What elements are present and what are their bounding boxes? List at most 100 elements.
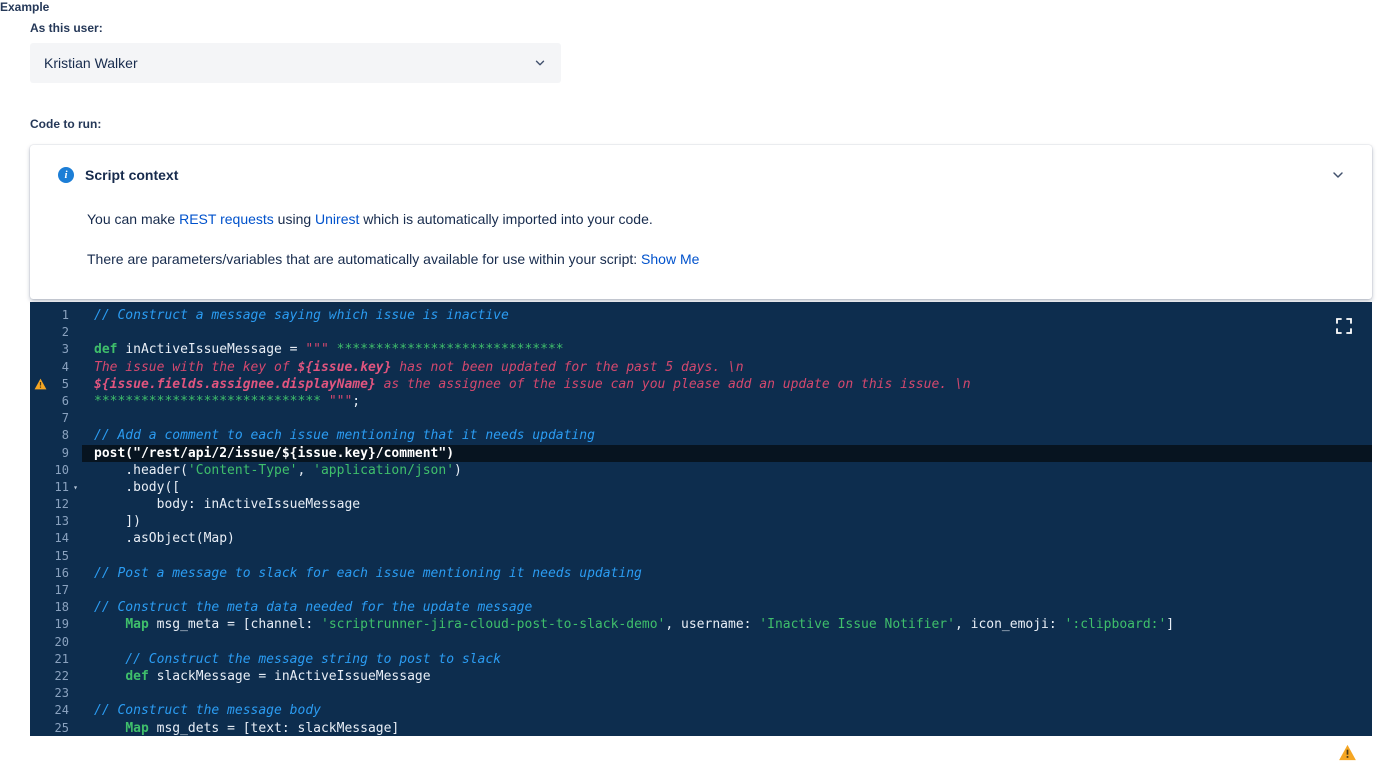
code-line-text: // Construct the message body (94, 703, 321, 719)
code-to-run-label: Code to run: (30, 117, 102, 131)
line-gutter: 13 (30, 513, 82, 530)
code-line-text: The issue with the key of ${issue.key} h… (94, 359, 744, 375)
paragraph-text: There are parameters/variables that are … (87, 251, 642, 267)
code-line[interactable]: 18 // Construct the meta data needed for … (30, 599, 1372, 616)
show-me-link[interactable]: Show Me (641, 251, 699, 267)
line-gutter: 3 (30, 341, 82, 358)
paragraph-text: You can make (87, 211, 180, 227)
line-gutter: 24 (30, 702, 82, 719)
line-gutter: 20 (30, 634, 82, 651)
script-context-panel: i Script context You can make REST reque… (30, 145, 1372, 299)
line-number: 12 (54, 497, 69, 512)
code-line[interactable]: 19 Map msg_meta = [channel: 'scriptrunne… (30, 616, 1372, 633)
line-number: 1 (61, 308, 69, 322)
code-line-text: def inActiveIssueMessage = """ *********… (94, 342, 564, 358)
code-line-text: // Construct the message string to post … (94, 651, 501, 667)
line-number: 25 (54, 720, 69, 735)
line-number: 15 (54, 548, 69, 563)
line-gutter: 16 (30, 565, 82, 582)
line-gutter: 19 (30, 616, 82, 633)
line-gutter: 8 (30, 427, 82, 444)
code-line[interactable]: 15 (30, 548, 1372, 565)
line-gutter: 6 (30, 393, 82, 410)
line-number: 19 (54, 617, 69, 632)
line-number: 23 (54, 686, 69, 701)
code-line[interactable]: 22 def slackMessage = inActiveIssueMessa… (30, 668, 1372, 685)
line-gutter: 4 (30, 359, 82, 376)
code-area: 1 // Construct a message saying which iss… (30, 302, 1372, 736)
line-gutter: 7 (30, 410, 82, 427)
code-line[interactable]: 14 .asObject(Map) (30, 530, 1372, 547)
line-gutter: 2 (30, 324, 82, 341)
validation-warning-icon (1338, 744, 1358, 762)
code-line[interactable]: 2 (30, 324, 1372, 341)
page-root: { "labels": { "as_this_user": "As this u… (0, 0, 1400, 781)
code-line-text: def slackMessage = inActiveIssueMessage (125, 668, 431, 684)
code-line-text: ]) (94, 514, 141, 530)
rest-requests-link[interactable]: REST requests (179, 211, 274, 227)
paragraph-text: using (273, 211, 316, 227)
code-line[interactable]: 20 (30, 634, 1372, 651)
code-line[interactable]: 6 ***************************** """; (30, 393, 1372, 410)
line-number: 11 (54, 479, 69, 494)
code-editor[interactable]: 1 // Construct a message saying which iss… (30, 302, 1372, 736)
code-line[interactable]: 17 (30, 582, 1372, 599)
line-gutter: 15 (30, 548, 82, 565)
line-gutter: 9 (30, 445, 82, 462)
code-line-text: // Construct a message saying which issu… (94, 308, 509, 323)
unirest-link[interactable]: Unirest (315, 211, 359, 227)
line-number: 14 (54, 531, 69, 546)
collapse-chevron-icon[interactable] (1330, 167, 1346, 188)
line-number: 16 (54, 565, 69, 580)
line-number: 21 (54, 651, 69, 666)
code-line-text: Map msg_dets = [text: slackMessage] (125, 720, 400, 736)
code-line[interactable]: 3 def inActiveIssueMessage = """ ********… (30, 341, 1372, 358)
line-number: 18 (54, 600, 69, 615)
line-gutter: 10 (30, 462, 82, 479)
line-gutter: 18 (30, 599, 82, 616)
code-line[interactable]: 11 ▾ .body([ (30, 479, 1372, 496)
line-number: 4 (61, 359, 69, 374)
code-line[interactable]: 8 // Add a comment to each issue mentioni… (30, 427, 1372, 444)
code-line[interactable]: 10 .header('Content-Type', 'application/… (30, 462, 1372, 479)
code-line[interactable]: 13 ]) (30, 513, 1372, 530)
code-line-text: // Post a message to slack for each issu… (94, 565, 642, 581)
code-line-text: // Construct the meta data needed for th… (94, 600, 533, 616)
code-line-text: .asObject(Map) (94, 531, 235, 547)
code-line[interactable]: 7 (30, 410, 1372, 427)
code-line[interactable]: 21 // Construct the message string to po… (30, 651, 1372, 668)
code-line[interactable]: 9 post("/rest/api/2/issue/${issue.key}/co… (30, 444, 1372, 462)
line-gutter: 21 (30, 651, 82, 668)
line-gutter: 22 (30, 668, 82, 685)
code-line-text: post("/rest/api/2/issue/${issue.key}/com… (82, 444, 1372, 462)
code-line[interactable]: 5 ${issue.fields.assignee.displayName} as… (30, 376, 1372, 393)
code-line-text: ***************************** """; (94, 393, 361, 409)
line-number: 17 (54, 583, 69, 597)
line-gutter: 25 (30, 720, 82, 737)
line-number: 20 (54, 634, 69, 649)
line-number: 5 (61, 376, 69, 391)
run-as-user-value: Kristian Walker (44, 55, 138, 71)
code-line-text: body: inActiveIssueMessage (94, 497, 361, 513)
code-line[interactable]: 16 // Post a message to slack for each is… (30, 565, 1372, 582)
run-as-user-select[interactable]: Kristian Walker (30, 43, 561, 83)
line-number: 9 (61, 445, 69, 460)
line-gutter: 5 (30, 376, 82, 393)
line-gutter: 14 (30, 530, 82, 547)
fold-toggle-icon[interactable]: ▾ (69, 479, 82, 496)
line-number: 2 (61, 325, 69, 340)
line-gutter: 17 (30, 582, 82, 599)
line-number: 8 (61, 428, 69, 443)
code-line[interactable]: 25 Map msg_dets = [text: slackMessage] (30, 720, 1372, 737)
code-line[interactable]: 24 // Construct the message body (30, 702, 1372, 719)
line-gutter: 12 (30, 496, 82, 513)
line-number: 7 (61, 411, 69, 426)
code-line-text: Map msg_meta = [channel: 'scriptrunner-j… (125, 617, 1175, 633)
code-line[interactable]: 1 // Construct a message saying which iss… (30, 307, 1372, 324)
line-gutter: 23 (30, 685, 82, 702)
script-context-header: i Script context (58, 167, 178, 183)
code-line[interactable]: 23 (30, 685, 1372, 702)
fullscreen-icon[interactable] (1334, 316, 1354, 336)
code-line[interactable]: 12 body: inActiveIssueMessage (30, 496, 1372, 513)
code-line[interactable]: 4 The issue with the key of ${issue.key} … (30, 359, 1372, 376)
